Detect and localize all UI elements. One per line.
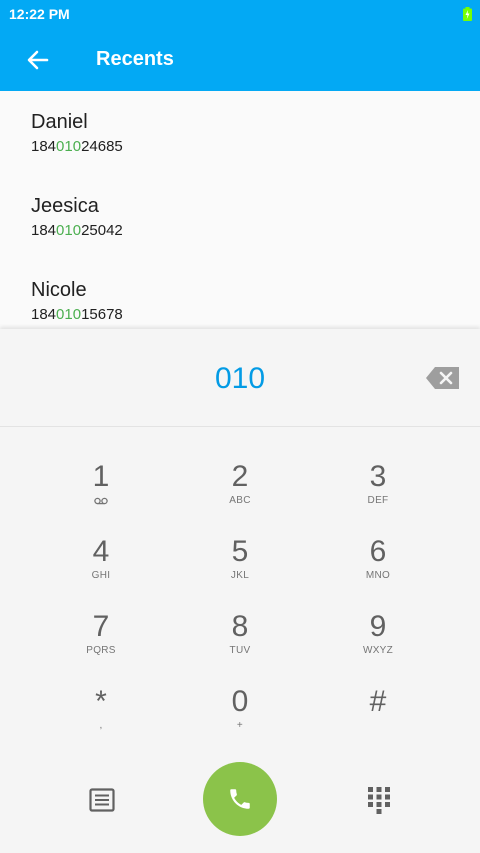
status-time: 12:22 PM [9, 6, 70, 22]
backspace-icon[interactable] [426, 367, 459, 389]
key-digit: 3 [369, 460, 387, 493]
dialpad-icon[interactable] [364, 785, 394, 815]
key-digit: # [369, 685, 387, 718]
key-digit: 5 [231, 535, 249, 568]
key-letters: + [236, 720, 244, 731]
contact-name: Jeesica [31, 195, 99, 217]
dialpad-key-9[interactable]: 9 WXYZ [323, 610, 433, 680]
recent-item[interactable]: Jeesica 18401025042 [0, 175, 480, 259]
dialpad-key-2[interactable]: 2 ABC [185, 460, 295, 530]
key-digit: 7 [92, 610, 110, 643]
dialpad-key-3[interactable]: 3 DEF [323, 460, 433, 530]
key-letters: JKL [230, 570, 250, 581]
page-title: Recents [96, 48, 174, 70]
dialpad-key-0[interactable]: 0 + [185, 685, 295, 755]
number-suffix: 24685 [81, 138, 123, 155]
key-letters: , [99, 720, 103, 731]
contact-number: 18401024685 [31, 138, 123, 155]
number-match-highlight: 010 [56, 222, 82, 239]
recent-item[interactable]: Daniel 18401024685 [0, 91, 480, 175]
recents-list: Daniel 18401024685 Jeesica 18401025042 N… [0, 91, 480, 329]
dialpad-key-8[interactable]: 8 TUV [185, 610, 295, 680]
contact-name: Nicole [31, 279, 87, 301]
key-letters: MNO [365, 570, 391, 581]
key-letters: TUV [229, 645, 251, 656]
dialpad-key-hash[interactable]: # [323, 685, 433, 755]
key-letters: GHI [91, 570, 111, 581]
dialpad-key-4[interactable]: 4 GHI [46, 535, 156, 605]
dialpad-key-5[interactable]: 5 JKL [185, 535, 295, 605]
contact-name: Daniel [31, 111, 88, 133]
dialpad: 010 1 2 ABC 3 DEF 4 GHI 5 JKL 6 MNO 7 PQ… [0, 329, 480, 853]
dialpad-key-7[interactable]: 7 PQRS [46, 610, 156, 680]
key-letters: PQRS [86, 645, 116, 656]
number-match-highlight: 010 [56, 138, 82, 155]
key-letters: WXYZ [362, 645, 394, 656]
call-button[interactable] [203, 762, 277, 836]
number-prefix: 184 [31, 306, 57, 323]
key-digit: 2 [231, 460, 249, 493]
voicemail-icon [94, 497, 108, 505]
contact-number: 18401015678 [31, 306, 123, 323]
number-suffix: 15678 [81, 306, 123, 323]
key-digit: * [95, 685, 107, 718]
dialpad-key-1[interactable]: 1 [46, 460, 156, 530]
contact-number: 18401025042 [31, 222, 123, 239]
key-digit: 6 [369, 535, 387, 568]
key-digit: 1 [92, 460, 110, 493]
key-digit: 4 [92, 535, 110, 568]
dialed-digits[interactable]: 010 [0, 362, 480, 396]
list-icon[interactable] [87, 785, 117, 815]
number-suffix: 25042 [81, 222, 123, 239]
recent-item[interactable]: Nicole 18401015678 [0, 259, 480, 329]
status-bar: 12:22 PM [0, 0, 480, 28]
key-digit: 9 [369, 610, 387, 643]
key-letters: DEF [367, 495, 389, 506]
number-prefix: 184 [31, 138, 57, 155]
key-digit: 8 [231, 610, 249, 643]
phone-icon [230, 789, 250, 809]
digits-row: 010 [0, 329, 480, 427]
key-letters: ABC [229, 495, 251, 506]
dialpad-key-star[interactable]: * , [46, 685, 156, 755]
key-digit: 0 [231, 685, 249, 718]
dialpad-key-6[interactable]: 6 MNO [323, 535, 433, 605]
battery-charging-icon [463, 7, 472, 21]
arrow-left-icon[interactable] [24, 46, 52, 74]
number-prefix: 184 [31, 222, 57, 239]
number-match-highlight: 010 [56, 306, 82, 323]
app-bar: Recents [0, 28, 480, 91]
